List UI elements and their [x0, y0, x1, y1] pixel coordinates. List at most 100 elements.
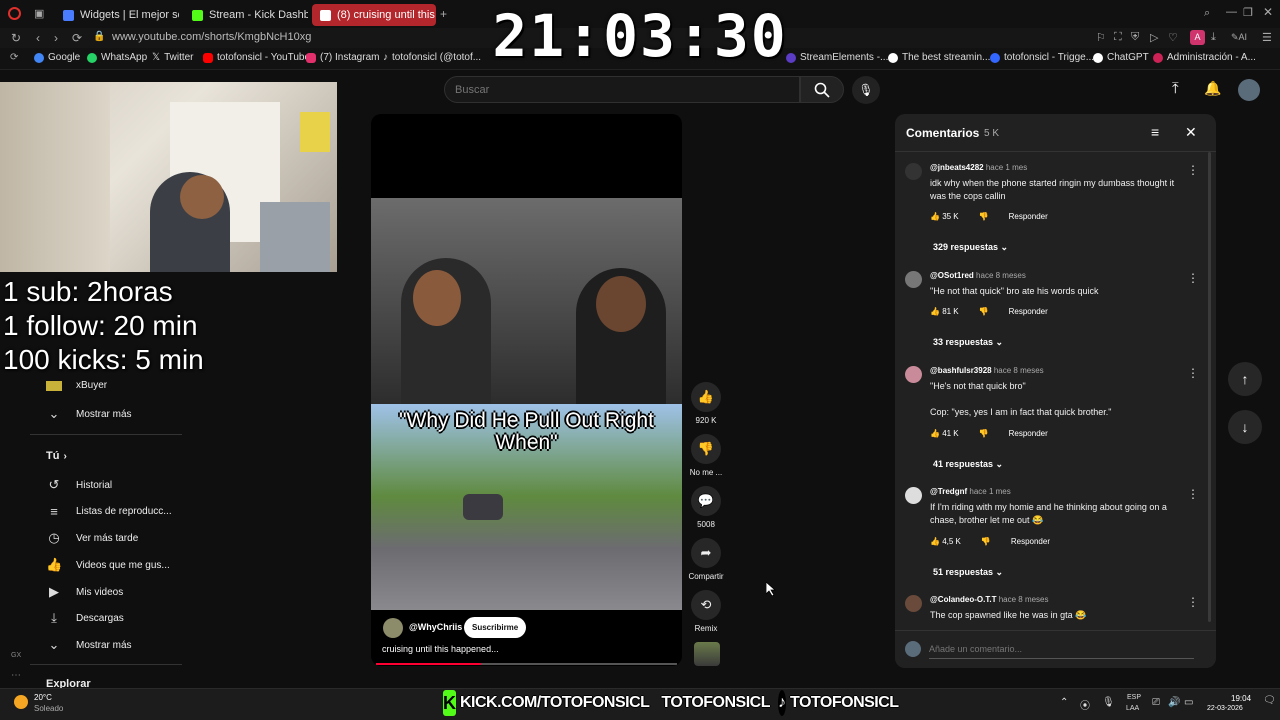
network-icon[interactable]: ⎚	[1152, 697, 1160, 708]
sidebar-show-more[interactable]: ⌄ Mostrar más	[46, 406, 132, 422]
avatar[interactable]	[1238, 79, 1260, 101]
sidebar-item-downloads[interactable]: ⤓ Descargas	[46, 610, 124, 626]
previous-short-button[interactable]: ↑	[1228, 362, 1262, 396]
tray-chevron-icon[interactable]: ⌃	[1060, 697, 1068, 708]
thumb-up-icon[interactable]: 👍 81 K	[930, 307, 959, 316]
snapshot-icon[interactable]: ⛶	[1114, 31, 1122, 44]
language-indicator[interactable]: ESP	[1127, 694, 1141, 701]
bookmark-trigger[interactable]: totofonsicl - Trigge...	[990, 52, 1094, 63]
replies-toggle[interactable]: 33 respuestas ⌄	[933, 337, 1003, 348]
share-button[interactable]: ➦ Compartir	[686, 538, 726, 581]
channel-avatar[interactable]	[383, 618, 403, 638]
minimize-icon[interactable]: —	[1226, 6, 1237, 18]
subscribe-button[interactable]: Suscribirme	[464, 617, 527, 638]
comment-avatar[interactable]	[905, 595, 922, 612]
replies-toggle[interactable]: 51 respuestas ⌄	[933, 567, 1003, 578]
close-icon[interactable]: ✕	[1185, 124, 1197, 141]
bookmark-tiktok[interactable]: ♪ totofonsicl (@totof...	[383, 52, 481, 63]
reply-button[interactable]: Responder	[1009, 307, 1048, 316]
maximize-icon[interactable]: ❐	[1243, 6, 1253, 19]
url-field[interactable]: www.youtube.com/shorts/KmgbNcH10xg	[112, 31, 311, 43]
sort-icon[interactable]: ≡	[1151, 124, 1159, 140]
comments-button[interactable]: 💬 5008	[686, 486, 726, 529]
thumb-down-icon[interactable]: 👎	[981, 537, 991, 546]
next-short-button[interactable]: ↓	[1228, 410, 1262, 444]
progress-track[interactable]	[376, 663, 677, 665]
replies-toggle[interactable]: 41 respuestas ⌄	[933, 459, 1003, 470]
bookmark-chatgpt[interactable]: ChatGPT	[1093, 52, 1149, 63]
thumb-up-icon[interactable]: 👍 4,5 K	[930, 537, 961, 546]
channel-name[interactable]: @WhyChriis	[409, 622, 462, 632]
notification-center-icon[interactable]: 🗨	[1263, 695, 1276, 706]
sidebar-item-watch-later[interactable]: ◷ Ver más tarde	[46, 530, 138, 546]
remix-button[interactable]: ⟲ Remix	[686, 590, 726, 633]
dislike-button[interactable]: 👎 No me ...	[686, 434, 726, 477]
back-icon[interactable]: ‹	[36, 31, 40, 45]
search-input[interactable]	[445, 77, 799, 102]
thumb-down-icon[interactable]: 👎	[979, 429, 989, 438]
search-button[interactable]	[800, 76, 844, 103]
comment-author[interactable]: @jnbeats4282 hace 1 mes	[930, 163, 1027, 172]
menu-icon[interactable]: ☰	[1262, 31, 1272, 44]
bookmark-whatsapp[interactable]: WhatsApp	[87, 52, 147, 63]
opera-logo-icon[interactable]	[8, 7, 21, 20]
heart-icon[interactable]: ♡	[1168, 31, 1178, 44]
reply-button[interactable]: Responder	[1011, 537, 1050, 546]
play-icon[interactable]: ▷	[1150, 31, 1158, 44]
short-player[interactable]: "Why Did He Pull Out Right When" @WhyChr…	[371, 114, 682, 666]
tab-youtube-short[interactable]: (8) cruising until this h	[312, 4, 436, 26]
sidebar-you-header[interactable]: Tú ›	[46, 450, 67, 462]
sidebar-item-playlists[interactable]: ≡ Listas de reproducc...	[46, 504, 171, 519]
comment-menu-icon[interactable]: ⋮	[1187, 366, 1199, 380]
comment-author[interactable]: @OSot1red hace 8 meses	[930, 271, 1026, 280]
comment-menu-icon[interactable]: ⋮	[1187, 163, 1199, 177]
sidebar-item-liked[interactable]: 👍 Videos que me gus...	[46, 557, 170, 573]
sidebar-item-my-videos[interactable]: ▶ Mis videos	[46, 584, 123, 600]
thumb-down-icon[interactable]: 👎	[979, 307, 989, 316]
keyboard-layout[interactable]: LAA	[1126, 705, 1139, 712]
sidebar-show-more-2[interactable]: ⌄ Mostrar más	[46, 637, 132, 653]
tab-overview-icon[interactable]: ▣	[34, 7, 44, 20]
sidebar-item-historial[interactable]: ↺ Historial	[46, 477, 113, 493]
replies-toggle[interactable]: 329 respuestas ⌄	[933, 242, 1008, 253]
comment-author[interactable]: @Tredgnf hace 1 mes	[930, 487, 1011, 496]
comment-menu-icon[interactable]: ⋮	[1187, 271, 1199, 285]
more-icon[interactable]: ⋯	[11, 670, 21, 681]
thumb-up-icon[interactable]: 👍 41 K	[930, 429, 959, 438]
speed-dial-icon[interactable]: ⟳	[10, 52, 18, 63]
search-tabs-icon[interactable]: ⌕	[1204, 7, 1210, 20]
upload-icon[interactable]: ⤒	[1172, 80, 1179, 97]
comment-menu-icon[interactable]: ⋮	[1187, 487, 1199, 501]
comment-avatar[interactable]	[905, 366, 922, 383]
voice-search-button[interactable]: 🎙	[852, 76, 880, 104]
weather-desc[interactable]: Soleado	[34, 704, 63, 713]
bookmark-google[interactable]: Google	[34, 52, 80, 63]
reply-button[interactable]: Responder	[1009, 429, 1048, 438]
weather-temp[interactable]: 20°C	[34, 693, 52, 702]
bookmark-youtube[interactable]: totofonsicl - YouTube	[203, 52, 310, 63]
volume-icon[interactable]: 🔊	[1168, 697, 1180, 708]
comment-author[interactable]: @bashfulsr3928 hace 8 meses	[930, 366, 1044, 375]
thumb-down-icon[interactable]: 👎	[979, 212, 989, 221]
shield-icon[interactable]: ⛨	[1131, 31, 1139, 44]
comments-scrollbar[interactable]	[1208, 152, 1211, 622]
profile-icon[interactable]: A	[1190, 30, 1205, 45]
tray-mic-icon[interactable]: 🎙	[1102, 697, 1115, 708]
close-window-icon[interactable]: ✕	[1263, 5, 1273, 19]
notifications-icon[interactable]: 🔔	[1204, 80, 1221, 97]
sound-thumbnail[interactable]	[694, 642, 720, 666]
comment-author[interactable]: @Colandeo-O.T.T hace 8 meses	[930, 595, 1049, 604]
add-comment-input[interactable]	[929, 639, 1194, 659]
download-icon[interactable]: ⤓	[1211, 31, 1216, 44]
comment-avatar[interactable]	[905, 487, 922, 504]
reply-button[interactable]: Responder	[1009, 212, 1048, 221]
sidebar-sub-xbuyer[interactable]: xBuyer	[46, 380, 107, 391]
comment-avatar[interactable]	[905, 271, 922, 288]
comment-menu-icon[interactable]: ⋮	[1187, 595, 1199, 609]
clock-date[interactable]: 22-03-2026	[1207, 705, 1243, 712]
new-tab-icon[interactable]: +	[440, 7, 447, 21]
bookmark-streaming[interactable]: The best streamin...	[888, 52, 990, 63]
extensions-icon[interactable]: ⚐	[1096, 31, 1106, 44]
bookmark-instagram[interactable]: (7) Instagram	[306, 52, 379, 63]
tab-kick-dashboard[interactable]: Stream - Kick Dashboard	[184, 4, 308, 26]
